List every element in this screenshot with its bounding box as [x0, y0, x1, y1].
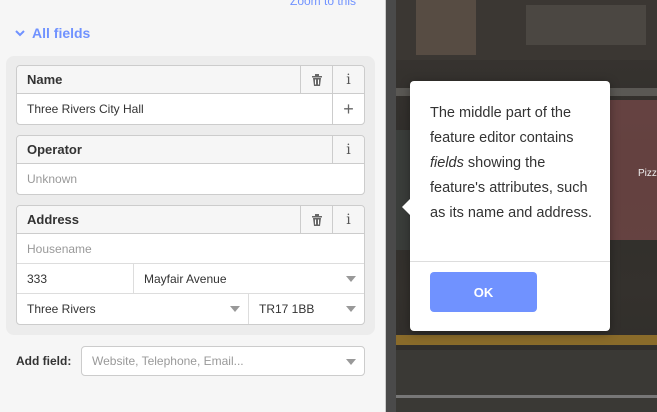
combo-arrow-icon: [346, 306, 356, 312]
zoom-to-feature-link[interactable]: Zoom to this: [290, 0, 356, 8]
add-localized-name-button[interactable]: +: [332, 94, 364, 124]
name-field: Name i Three Rivers City Hall +: [16, 65, 365, 125]
operator-info-button[interactable]: i: [332, 135, 364, 164]
delete-address-button[interactable]: [300, 205, 332, 234]
info-icon: i: [346, 211, 351, 228]
combo-arrow-icon: [346, 276, 356, 282]
add-field-combo[interactable]: Website, Telephone, Email...: [81, 346, 365, 376]
tooltip-divider: [410, 261, 610, 262]
trash-icon: [311, 213, 322, 226]
operator-field: Operator i Unknown: [16, 135, 365, 195]
chevron-down-icon: [15, 30, 25, 37]
combo-arrow-icon: [230, 306, 240, 312]
address-field: Address i Housename 333 Mayfair Avenue T…: [16, 205, 365, 325]
info-icon: i: [346, 71, 351, 88]
name-info-button[interactable]: i: [332, 65, 364, 94]
ok-button[interactable]: OK: [430, 272, 537, 312]
street-value: Mayfair Avenue: [144, 271, 227, 286]
add-field-placeholder: Website, Telephone, Email...: [92, 354, 244, 368]
feature-editor-sidebar: Zoom to this All fields Name i Three Riv…: [0, 0, 386, 412]
name-input[interactable]: Three Rivers City Hall: [17, 94, 332, 124]
trash-icon: [311, 73, 322, 86]
address-info-button[interactable]: i: [332, 205, 364, 234]
all-fields-toggle[interactable]: All fields: [14, 25, 90, 41]
name-label: Name: [27, 72, 63, 87]
city-value: Three Rivers: [27, 302, 96, 316]
address-label: Address: [27, 212, 80, 227]
delete-name-button[interactable]: [300, 65, 332, 94]
section-title: All fields: [32, 25, 91, 41]
sidebar-resizer[interactable]: [386, 0, 396, 412]
postcode-combo[interactable]: TR17 1BB: [249, 294, 364, 324]
city-combo[interactable]: Three Rivers: [17, 294, 249, 324]
add-field-label: Add field:: [16, 354, 72, 368]
operator-input[interactable]: Unknown: [17, 164, 364, 194]
street-combo[interactable]: Mayfair Avenue: [134, 264, 364, 293]
combo-arrow-icon: [346, 359, 356, 365]
walkthrough-tooltip: The middle part of the feature editor co…: [402, 81, 610, 331]
info-icon: i: [346, 141, 351, 158]
housenumber-input[interactable]: 333: [17, 264, 134, 293]
postcode-value: TR17 1BB: [259, 302, 315, 316]
operator-label: Operator: [27, 142, 82, 157]
tooltip-text: The middle part of the feature editor co…: [430, 105, 593, 221]
map-poi-label[interactable]: Pizz: [638, 168, 657, 179]
plus-icon: +: [343, 98, 354, 119]
housename-input[interactable]: Housename: [17, 234, 364, 263]
